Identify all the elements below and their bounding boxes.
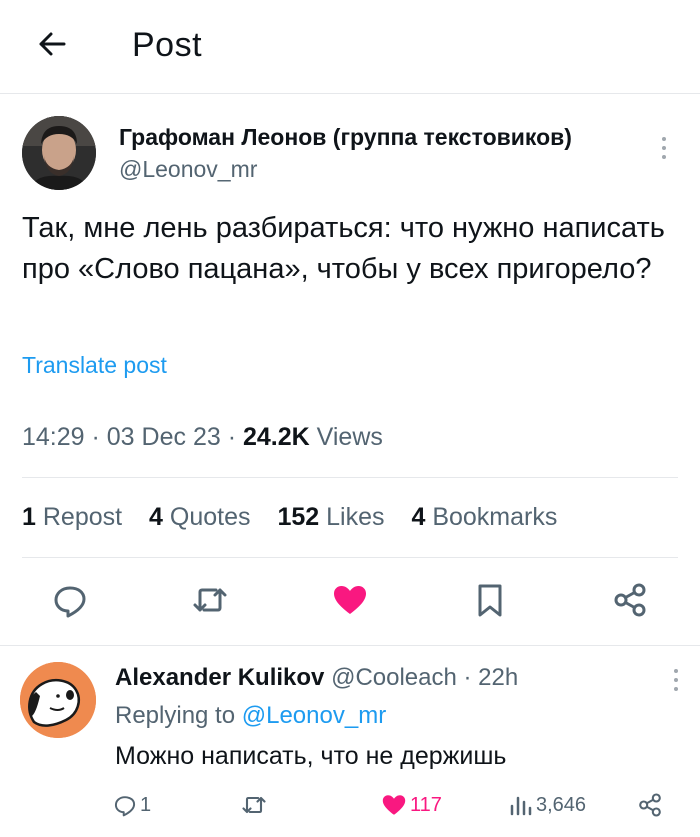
- translate-link[interactable]: Translate post: [22, 352, 167, 379]
- reply-header: Alexander Kulikov @Cooleach · 22h: [115, 664, 519, 691]
- divider: [22, 477, 678, 478]
- reply-share-button[interactable]: [636, 790, 664, 820]
- avatar-photo: [20, 662, 96, 738]
- share-icon: [639, 793, 661, 817]
- like-button[interactable]: [330, 580, 370, 620]
- post-meta: 14:29 · 03 Dec 23 · 24.2K Views: [22, 423, 383, 451]
- analytics-icon: [510, 796, 532, 816]
- avatar[interactable]: [20, 662, 96, 738]
- post-actions: [0, 580, 700, 626]
- reply-repost-button[interactable]: [240, 790, 268, 820]
- avatar-photo: [22, 116, 96, 190]
- bookmark-button[interactable]: [470, 580, 510, 620]
- bookmarks-stat[interactable]: 4 Bookmarks: [411, 503, 557, 531]
- reply-like-count: 117: [410, 793, 442, 816]
- more-vertical-icon: [662, 137, 666, 159]
- reply-actions: 1 117 3,646: [0, 786, 700, 826]
- more-vertical-icon: [674, 669, 678, 691]
- arrow-left-icon: [39, 32, 66, 56]
- reply-author-handle[interactable]: @Cooleach: [331, 664, 457, 691]
- post-date: 03 Dec 23: [106, 423, 221, 451]
- reply-reply-button[interactable]: 1: [112, 790, 151, 820]
- reply-like-button[interactable]: 117: [380, 790, 442, 820]
- views-label: Views: [316, 423, 383, 451]
- heart-icon: [334, 586, 366, 614]
- reply-text: Можно написать, что не держишь: [115, 742, 507, 770]
- post-stats: 1 Repost 4 Quotes 152 Likes 4 Bookmarks: [22, 503, 577, 532]
- post-text: Так, мне лень разбираться: что нужно нап…: [22, 212, 665, 285]
- reply-author-name[interactable]: Alexander Kulikov: [115, 664, 324, 691]
- replying-to: Replying to @Leonov_mr: [115, 702, 387, 729]
- top-bar: Post: [0, 0, 700, 94]
- reply-item[interactable]: Alexander Kulikov @Cooleach · 22h Replyi…: [0, 646, 700, 837]
- replying-to-mention[interactable]: @Leonov_mr: [242, 702, 386, 729]
- reply-time[interactable]: 22h: [478, 664, 518, 691]
- reply-views-count: 3,646: [536, 793, 587, 816]
- comment-icon: [114, 796, 136, 817]
- heart-icon: [382, 795, 406, 815]
- back-button[interactable]: [34, 26, 70, 62]
- reply-button[interactable]: [50, 580, 90, 620]
- author-handle[interactable]: @Leonov_mr: [119, 156, 257, 183]
- likes-stat[interactable]: 152 Likes: [277, 503, 384, 531]
- comment-icon: [54, 586, 86, 618]
- avatar[interactable]: [22, 116, 96, 190]
- reply-count: 1: [140, 793, 152, 816]
- divider: [22, 557, 678, 558]
- more-button[interactable]: [672, 668, 680, 692]
- repost-icon: [193, 588, 227, 612]
- post-time: 14:29: [22, 423, 85, 451]
- bookmark-icon: [478, 584, 502, 617]
- repost-icon: [242, 796, 266, 814]
- more-button[interactable]: [660, 136, 668, 160]
- reposts-stat[interactable]: 1 Repost: [22, 503, 122, 531]
- page-title: Post: [132, 26, 203, 64]
- repost-button[interactable]: [190, 580, 230, 620]
- share-icon: [614, 583, 646, 617]
- post-author: Графоман Леонов (группа текстовиков) @Le…: [22, 116, 682, 196]
- views-count: 24.2K: [242, 423, 310, 451]
- quotes-stat[interactable]: 4 Quotes: [149, 503, 250, 531]
- reply-views-button[interactable]: 3,646: [508, 790, 586, 820]
- author-name[interactable]: Графоман Леонов (группа текстовиков): [119, 124, 572, 151]
- share-button[interactable]: [610, 580, 650, 620]
